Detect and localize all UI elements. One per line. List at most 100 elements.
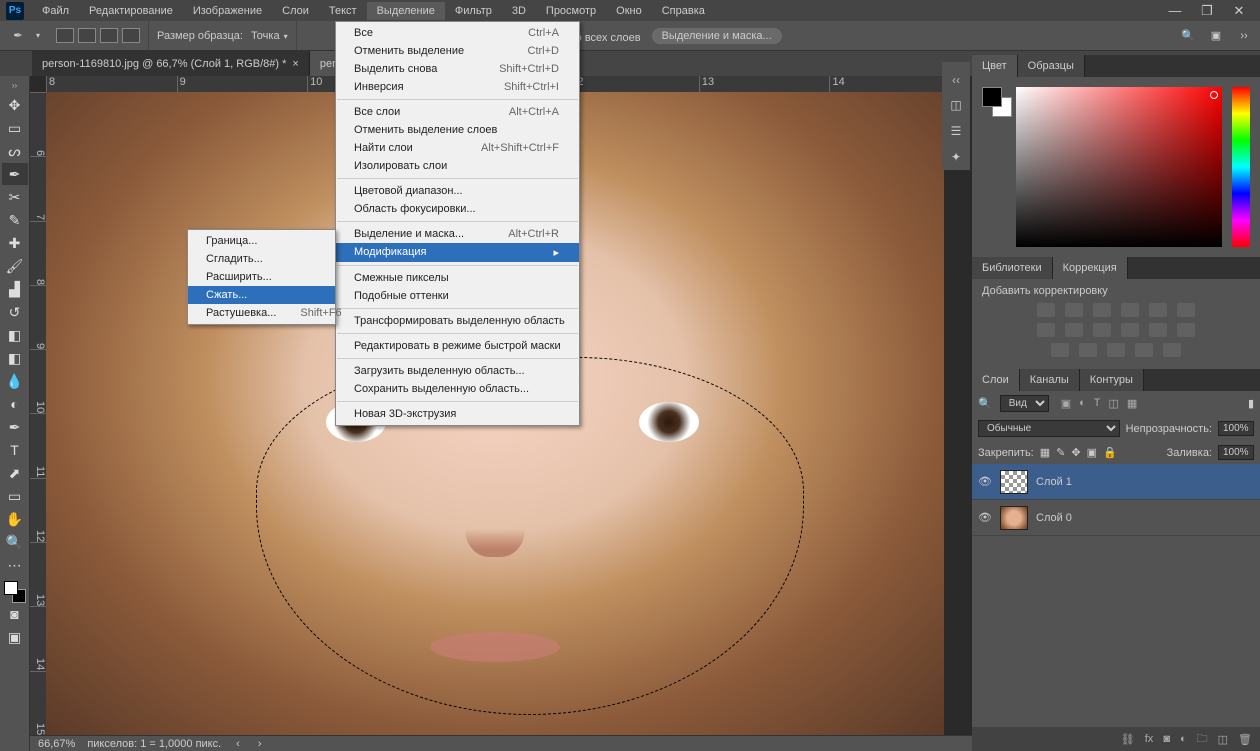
search-icon[interactable]: 🔍 <box>1178 26 1198 46</box>
menuitem[interactable]: Граница... <box>188 232 335 250</box>
prev-icon[interactable]: ‹ <box>236 738 240 750</box>
eyedropper-tool[interactable]: ✎ <box>2 209 28 231</box>
minimize-button[interactable]: — <box>1168 4 1182 18</box>
gradient-tool[interactable]: ◧ <box>2 347 28 369</box>
menuitem[interactable]: Изолировать слои <box>336 157 579 175</box>
rectangle-tool[interactable]: ▭ <box>2 485 28 507</box>
history-icon[interactable]: ◫ <box>942 92 970 118</box>
menuitem[interactable]: Отменить выделениеCtrl+D <box>336 42 579 60</box>
tab-paths[interactable]: Контуры <box>1080 369 1144 391</box>
next-icon[interactable]: › <box>258 738 262 750</box>
history-brush-tool[interactable]: ↺ <box>2 301 28 323</box>
lock-all[interactable]: 🔒 <box>1103 446 1117 459</box>
move-tool[interactable]: ✥ <box>2 94 28 116</box>
brush-tool[interactable]: 🖌 <box>2 255 28 277</box>
link-layers-icon[interactable]: ⛓ <box>1121 733 1135 746</box>
menuitem[interactable]: Новая 3D-экструзия <box>336 405 579 423</box>
stamp-tool[interactable]: ▟ <box>2 278 28 300</box>
tab-layers[interactable]: Слои <box>972 369 1020 391</box>
menuitem[interactable]: Редактировать в режиме быстрой маски <box>336 337 579 355</box>
menuitem[interactable]: Трансформировать выделенную область <box>336 312 579 330</box>
menu-слои[interactable]: Слои <box>272 2 319 20</box>
menuitem[interactable]: Модификация <box>336 243 579 262</box>
lasso-tool[interactable]: ᔕ <box>2 140 28 162</box>
path-select-tool[interactable]: ⬈ <box>2 462 28 484</box>
quickmask-icon[interactable]: ◙ <box>2 603 28 625</box>
zoom-tool[interactable]: 🔍 <box>2 531 28 553</box>
menuitem[interactable]: Выделить сноваShift+Ctrl+D <box>336 60 579 78</box>
opacity-input[interactable] <box>1218 421 1254 436</box>
crop-tool[interactable]: ✂ <box>2 186 28 208</box>
eraser-tool[interactable]: ◧ <box>2 324 28 346</box>
pen-tool[interactable]: ✒ <box>2 416 28 438</box>
menuitem[interactable]: Загрузить выделенную область... <box>336 362 579 380</box>
toolbar-expand-icon[interactable]: ›› <box>12 80 17 94</box>
intersect-selection-icon[interactable] <box>122 28 140 43</box>
add-selection-icon[interactable] <box>78 28 96 43</box>
menuitem[interactable]: Сгладить... <box>188 250 335 268</box>
menuitem[interactable]: Расширить... <box>188 268 335 286</box>
current-tool-icon[interactable]: ✒ <box>6 26 30 46</box>
blur-tool[interactable]: 💧 <box>2 370 28 392</box>
quick-select-tool[interactable]: ✒ <box>2 163 28 185</box>
properties-icon[interactable]: ☰ <box>942 118 970 144</box>
new-selection-icon[interactable] <box>56 28 74 43</box>
mask-icon[interactable]: ◙ <box>1163 733 1170 745</box>
filter-adjust-icon[interactable]: ◐ <box>1079 397 1086 410</box>
lock-artboard[interactable]: ▣ <box>1087 446 1097 459</box>
expand-panels-icon[interactable]: ›› <box>1234 26 1254 46</box>
filter-toggle[interactable]: ▮ <box>1248 397 1254 410</box>
menu-редактирование[interactable]: Редактирование <box>79 2 183 20</box>
new-layer-icon[interactable]: ◫ <box>1218 733 1228 746</box>
menuitem[interactable]: Смежные пикселы <box>336 269 579 287</box>
color-swatch[interactable] <box>4 581 26 603</box>
visibility-icon[interactable]: 👁 <box>978 475 992 488</box>
layer-row[interactable]: 👁Слой 0 <box>972 500 1260 536</box>
menuitem[interactable]: Найти слоиAlt+Shift+Ctrl+F <box>336 139 579 157</box>
subtract-selection-icon[interactable] <box>100 28 118 43</box>
visibility-icon[interactable]: 👁 <box>978 511 992 524</box>
lock-position[interactable]: ✥ <box>1071 446 1080 459</box>
filter-pixel-icon[interactable]: ▣ <box>1061 397 1071 410</box>
layer-row[interactable]: 👁Слой 1 <box>972 464 1260 500</box>
menu-окно[interactable]: Окно <box>606 2 652 20</box>
select-and-mask-button[interactable]: Выделение и маска... <box>651 27 783 45</box>
fill-input[interactable] <box>1218 445 1254 460</box>
filter-smart-icon[interactable]: ▦ <box>1127 397 1137 410</box>
menu-выделение[interactable]: Выделение <box>367 2 445 20</box>
workspace-icon[interactable]: ▣ <box>1206 26 1226 46</box>
fx-icon[interactable]: fx <box>1145 733 1154 745</box>
dodge-tool[interactable]: ◐ <box>2 393 28 415</box>
menuitem[interactable]: Отменить выделение слоев <box>336 121 579 139</box>
menuitem[interactable]: ИнверсияShift+Ctrl+I <box>336 78 579 96</box>
menu-справка[interactable]: Справка <box>652 2 715 20</box>
filter-shape-icon[interactable]: ◫ <box>1109 397 1119 410</box>
sample-size-dropdown[interactable]: Точка <box>251 30 288 42</box>
menuitem[interactable]: Растушевка...Shift+F6 <box>188 304 335 322</box>
menuitem[interactable]: Цветовой диапазон... <box>336 182 579 200</box>
menuitem[interactable]: Выделение и маска...Alt+Ctrl+R <box>336 225 579 243</box>
menuitem[interactable]: Все слоиAlt+Ctrl+A <box>336 103 579 121</box>
tab-color[interactable]: Цвет <box>972 55 1018 77</box>
menu-изображение[interactable]: Изображение <box>183 2 272 20</box>
layer-filter-dropdown[interactable]: Вид <box>1000 395 1049 412</box>
hand-tool[interactable]: ✋ <box>2 508 28 530</box>
more-tools[interactable]: ⋯ <box>2 554 28 576</box>
expand-panel-icon[interactable]: ‹‹ <box>942 66 970 92</box>
menuitem[interactable]: Подобные оттенки <box>336 287 579 305</box>
new-fill-icon[interactable]: ◐ <box>1180 733 1187 745</box>
filter-text-icon[interactable]: T <box>1094 397 1101 410</box>
menu-фильтр[interactable]: Фильтр <box>445 2 502 20</box>
blend-mode-dropdown[interactable]: Обычные <box>978 420 1120 437</box>
menuitem[interactable]: ВсеCtrl+A <box>336 24 579 42</box>
text-tool[interactable]: T <box>2 439 28 461</box>
lock-paint[interactable]: ✎ <box>1056 446 1065 459</box>
tab-channels[interactable]: Каналы <box>1020 369 1080 391</box>
close-button[interactable]: ✕ <box>1232 4 1246 18</box>
menuitem[interactable]: Область фокусировки... <box>336 200 579 218</box>
menu-текст[interactable]: Текст <box>319 2 367 20</box>
close-tab-icon[interactable]: × <box>292 58 298 70</box>
document-tab[interactable]: person-1169810.jpg @ 66,7% (Слой 1, RGB/… <box>32 51 310 76</box>
maximize-button[interactable]: ❐ <box>1200 4 1214 18</box>
zoom-level[interactable]: 66,67% <box>38 738 75 750</box>
